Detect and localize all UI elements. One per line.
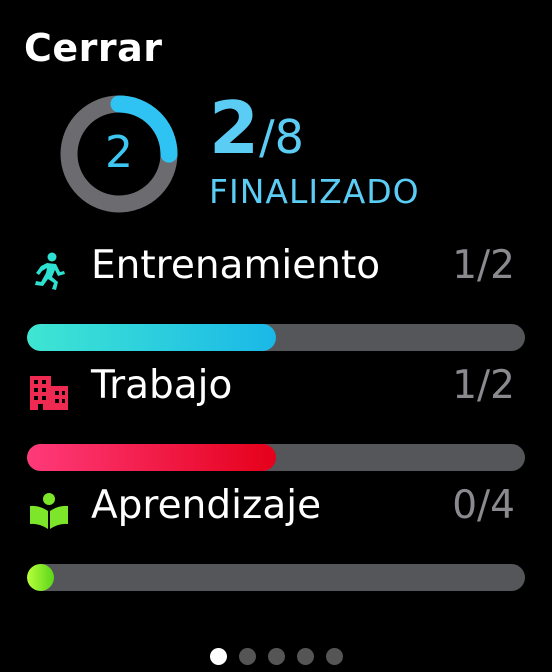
goal-progress-bar [27, 564, 525, 591]
page-indicator[interactable] [0, 648, 552, 665]
goal-count: 1/2 [452, 363, 515, 408]
goal-count: 0/4 [452, 483, 515, 528]
total-count: /8 [259, 110, 304, 164]
goal-row-aprendizaje[interactable]: Aprendizaje 0/4 [27, 483, 525, 591]
page-dot[interactable] [267, 648, 285, 665]
status-label: FINALIZADO [209, 172, 420, 211]
goal-progress-fill [27, 564, 54, 591]
page-dot[interactable] [296, 648, 314, 665]
goal-count: 1/2 [452, 243, 515, 288]
goal-progress-fill [27, 324, 276, 351]
page-dot[interactable] [209, 648, 227, 665]
goal-row-entrenamiento[interactable]: Entrenamiento 1/2 [27, 243, 525, 351]
close-button[interactable]: Cerrar [24, 26, 163, 70]
goal-name: Entrenamiento [91, 243, 381, 288]
running-figure-icon [27, 251, 71, 291]
completed-count: 2 [209, 86, 260, 170]
page-dot[interactable] [238, 648, 256, 665]
ring-count: 2 [105, 127, 133, 178]
open-book-reader-icon [27, 491, 71, 531]
goal-row-trabajo[interactable]: Trabajo 1/2 [27, 363, 525, 471]
office-building-icon [27, 371, 71, 411]
goal-progress-bar [27, 444, 525, 471]
page-dot[interactable] [325, 648, 343, 665]
completion-summary: 2/8 [209, 86, 304, 170]
goal-name: Trabajo [91, 363, 233, 408]
progress-ring: 2 [58, 93, 180, 215]
goal-name: Aprendizaje [91, 483, 322, 528]
goal-progress-fill [27, 444, 276, 471]
goal-progress-bar [27, 324, 525, 351]
